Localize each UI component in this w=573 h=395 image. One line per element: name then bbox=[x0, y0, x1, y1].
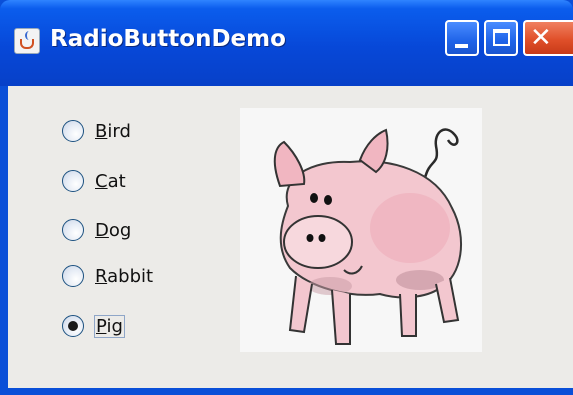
java-cup-icon[interactable] bbox=[14, 28, 40, 54]
minimize-button[interactable] bbox=[445, 20, 479, 56]
title-bar[interactable]: RadioButtonDemo ✕ bbox=[0, 0, 573, 86]
radio-button-circle[interactable] bbox=[62, 170, 84, 192]
radio-label[interactable]: Cat bbox=[95, 171, 126, 192]
radio-option-dog[interactable]: Dog bbox=[62, 216, 131, 244]
pig-drawing bbox=[273, 128, 463, 345]
minimize-icon bbox=[455, 44, 468, 48]
pig-illustration bbox=[240, 108, 482, 352]
radio-label[interactable]: Bird bbox=[95, 121, 131, 142]
window-title: RadioButtonDemo bbox=[50, 26, 286, 52]
radio-button-circle[interactable] bbox=[62, 120, 84, 142]
radio-label[interactable]: Rabbit bbox=[95, 266, 153, 287]
radio-label[interactable]: Pig bbox=[94, 314, 125, 338]
radio-option-cat[interactable]: Cat bbox=[62, 167, 126, 195]
application-window: RadioButtonDemo ✕ Bird Cat Dog Rabbit Pi… bbox=[0, 0, 573, 395]
radio-button-circle[interactable] bbox=[62, 219, 84, 241]
radio-button-circle-selected[interactable] bbox=[62, 315, 84, 337]
close-button[interactable]: ✕ bbox=[523, 20, 573, 56]
radio-label[interactable]: Dog bbox=[95, 220, 131, 241]
radio-option-bird[interactable]: Bird bbox=[62, 117, 131, 145]
radio-option-rabbit[interactable]: Rabbit bbox=[62, 262, 153, 290]
radio-option-pig[interactable]: Pig bbox=[62, 312, 125, 340]
radio-button-circle[interactable] bbox=[62, 265, 84, 287]
window-bottom-border bbox=[0, 388, 573, 395]
maximize-icon bbox=[493, 29, 510, 46]
close-icon: ✕ bbox=[530, 23, 552, 53]
maximize-button[interactable] bbox=[484, 20, 518, 56]
